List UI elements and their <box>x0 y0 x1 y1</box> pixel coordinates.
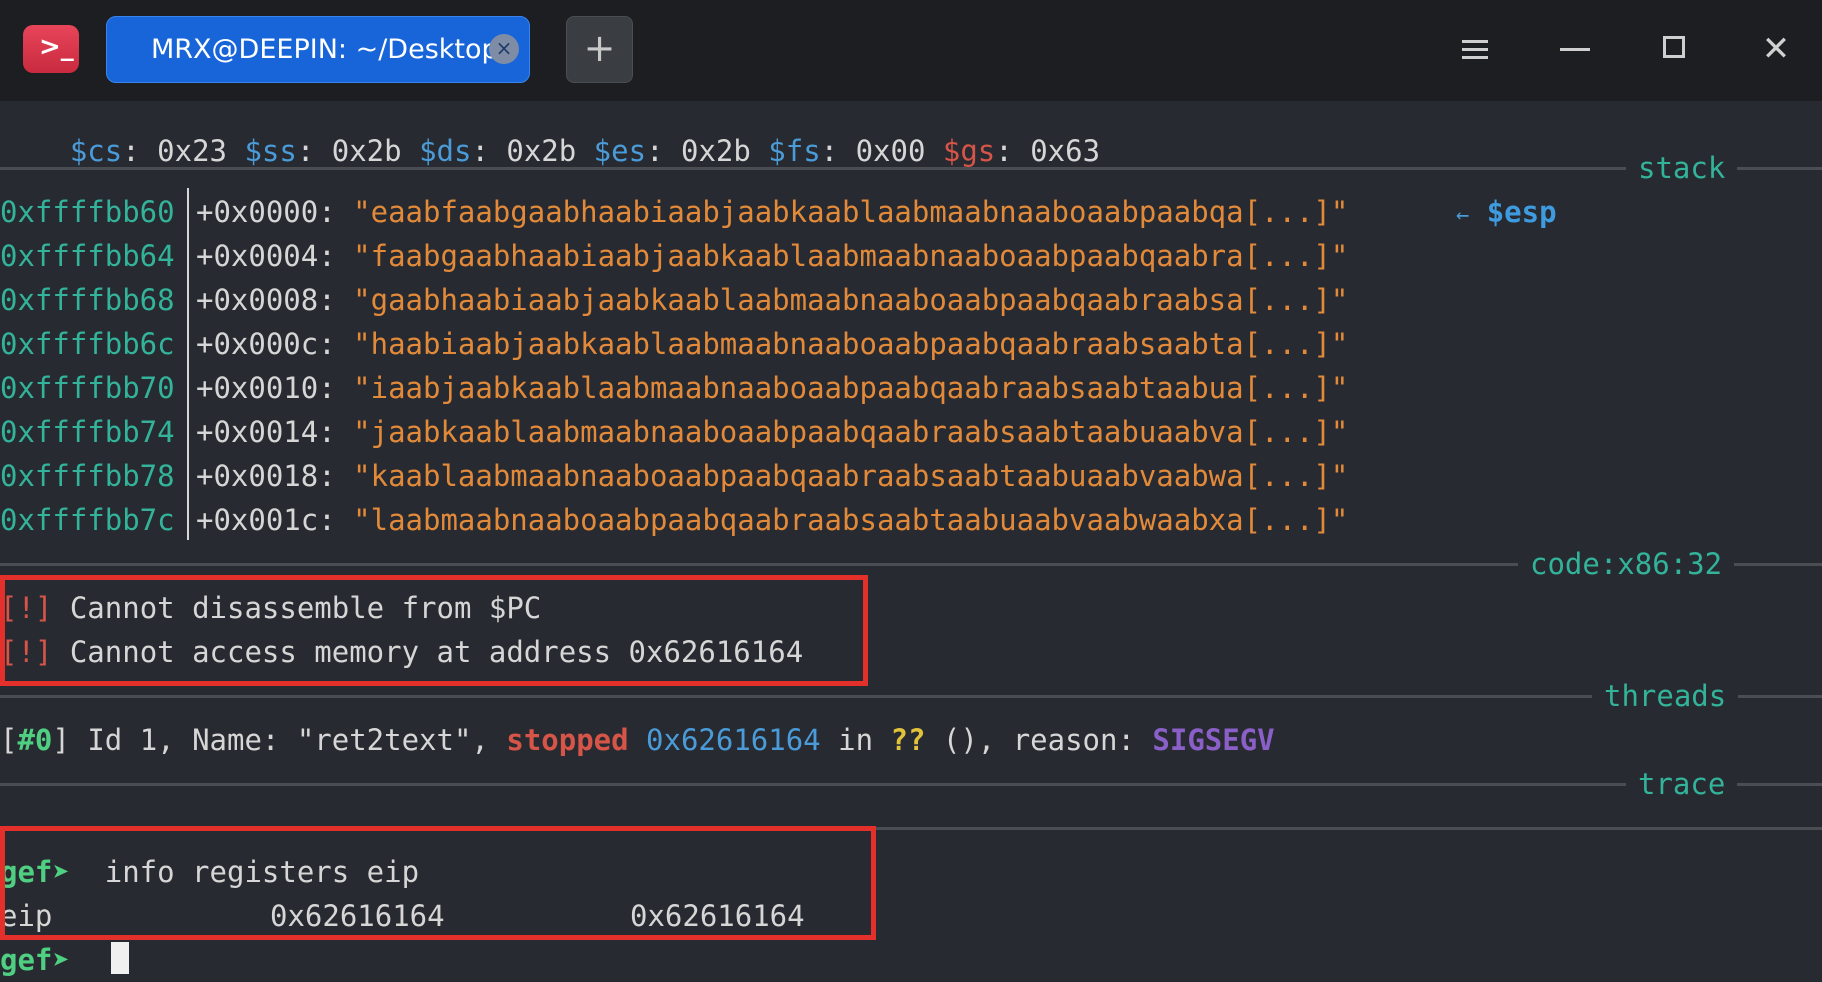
stack-value: "jaabkaablaabmaabnaaboaabpaabqaabraabsaa… <box>353 415 1349 449</box>
stack-row: 0xffffbb64 +0x0004: "faabgaabhaabiaabjaa… <box>0 234 1822 278</box>
stack-offset: +0x0018: <box>196 459 336 493</box>
stack-address: 0xffffbb6c <box>0 327 175 361</box>
esp-pointer: ← $esp <box>1456 190 1557 238</box>
terminal-icon-glyph: >_ <box>39 32 74 62</box>
stack-entry: +0x0004: "faabgaabhaabiaabjaabkaablaabma… <box>196 234 1348 278</box>
stack-divider <box>187 188 189 540</box>
thread-number: #0 <box>17 723 53 757</box>
section-label-stack: stack <box>1626 146 1738 190</box>
thread-pc: 0x62616164 <box>646 723 821 757</box>
stack-row: 0xffffbb68 +0x0008: "gaabhaabiaabjaabkaa… <box>0 278 1822 322</box>
stack-row: 0xffffbb7c +0x001c: "laabmaabnaaboaabpaa… <box>0 498 1822 542</box>
stack-entry: +0x001c: "laabmaabnaaboaabpaabqaabraabsa… <box>196 498 1348 542</box>
section-separator-stack: stack <box>0 146 1822 190</box>
section-separator-threads: threads <box>0 674 1822 718</box>
console-input-line[interactable]: gef➤ <box>0 938 70 982</box>
tab-close-icon[interactable]: × <box>489 34 519 64</box>
stack-row: 0xffffbb70 +0x0010: "iaabjaabkaablaabmaa… <box>0 366 1822 410</box>
stack-value: "laabmaabnaaboaabpaabqaabraabsaabtaabuaa… <box>353 503 1349 537</box>
section-label-threads: threads <box>1592 674 1739 718</box>
stack-entry: +0x0008: "gaabhaabiaabjaabkaablaabmaabna… <box>196 278 1348 322</box>
thread-in: in <box>820 723 891 757</box>
section-separator-trace: trace <box>0 762 1822 806</box>
stack-offset: +0x0004: <box>196 239 336 273</box>
gef-prompt: gef➤ <box>0 943 70 977</box>
thread-state: stopped <box>506 723 629 757</box>
stack-address: 0xffffbb60 <box>0 195 175 229</box>
stack-entry: +0x0000: "eaabfaabgaabhaabiaabjaabkaabla… <box>196 190 1348 234</box>
stack-offset: +0x0008: <box>196 283 336 317</box>
thread-func: ?? <box>890 723 926 757</box>
thread-reason-label: (), reason: <box>925 723 1153 757</box>
stack-offset: +0x0000: <box>196 195 336 229</box>
terminal-output[interactable]: $cs: 0x23 $ss: 0x2b $ds: 0x2b $es: 0x2b … <box>0 101 1822 977</box>
stack-value: "kaablaabmaabnaaboaabpaabqaabraabsaabtaa… <box>353 459 1349 493</box>
stack-entry: +0x0010: "iaabjaabkaablaabmaabnaaboaabpa… <box>196 366 1348 410</box>
stack-offset: +0x000c: <box>196 327 336 361</box>
stack-row: 0xffffbb74 +0x0014: "jaabkaablaabmaabnaa… <box>0 410 1822 454</box>
thread-reason: SIGSEGV <box>1152 723 1275 757</box>
stack-address: 0xffffbb70 <box>0 371 175 405</box>
highlight-box-code <box>0 575 868 686</box>
stack-address: 0xffffbb7c <box>0 503 175 537</box>
section-label-trace: trace <box>1626 762 1738 806</box>
stack-address: 0xffffbb64 <box>0 239 175 273</box>
stack-offset: +0x0010: <box>196 371 336 405</box>
stack-value: "faabgaabhaabiaabjaabkaablaabmaabnaaboaa… <box>353 239 1349 273</box>
stack-entry: +0x0018: "kaablaabmaabnaaboaabpaabqaabra… <box>196 454 1348 498</box>
thread-desc: Id 1, Name: "ret2text", <box>69 723 507 757</box>
text-cursor <box>111 942 129 974</box>
stack-value: "iaabjaabkaablaabmaabnaaboaabpaabqaabraa… <box>353 371 1349 405</box>
stack-entry: +0x0014: "jaabkaablaabmaabnaaboaabpaabqa… <box>196 410 1348 454</box>
section-label-code: code:x86:32 <box>1518 542 1735 586</box>
close-icon[interactable]: ✕ <box>1751 24 1801 74</box>
stack-address: 0xffffbb68 <box>0 283 175 317</box>
highlight-box-console <box>0 826 876 940</box>
minimize-icon[interactable] <box>1551 24 1601 74</box>
stack-address: 0xffffbb78 <box>0 459 175 493</box>
stack-row: 0xffffbb6c +0x000c: "haabiaabjaabkaablaa… <box>0 322 1822 366</box>
thread-bracket-open: [ <box>0 723 18 757</box>
stack-value: "haabiaabjaabkaablaabmaabnaaboaabpaabqaa… <box>353 327 1349 361</box>
thread-info-line: [#0] Id 1, Name: "ret2text", stopped 0x6… <box>0 718 1275 762</box>
stack-offset: +0x0014: <box>196 415 336 449</box>
maximize-icon[interactable] <box>1651 24 1701 74</box>
esp-label: $esp <box>1486 195 1557 229</box>
stack-entry: +0x000c: "haabiaabjaabkaablaabmaabnaaboa… <box>196 322 1348 366</box>
tab-terminal[interactable]: MRX@DEEPIN: ~/Desktop × <box>106 16 530 83</box>
segment-registers-line: $cs: 0x23 $ss: 0x2b $ds: 0x2b $es: 0x2b … <box>0 85 1100 168</box>
tab-title: MRX@DEEPIN: ~/Desktop <box>151 34 499 65</box>
left-arrow-icon: ← <box>1456 203 1470 228</box>
menu-icon[interactable] <box>1450 24 1500 74</box>
stack-value: "eaabfaabgaabhaabiaabjaabkaablaabmaabnaa… <box>353 195 1349 229</box>
thread-space <box>629 723 646 757</box>
stack-offset: +0x001c: <box>196 503 336 537</box>
new-tab-button[interactable]: + <box>566 16 633 83</box>
stack-row: 0xffffbb78 +0x0018: "kaablaabmaabnaaboaa… <box>0 454 1822 498</box>
terminal-icon[interactable]: >_ <box>23 25 79 73</box>
thread-bracket-close: ] <box>52 723 70 757</box>
stack-address: 0xffffbb74 <box>0 415 175 449</box>
stack-value: "gaabhaabiaabjaabkaablaabmaabnaaboaabpaa… <box>353 283 1349 317</box>
